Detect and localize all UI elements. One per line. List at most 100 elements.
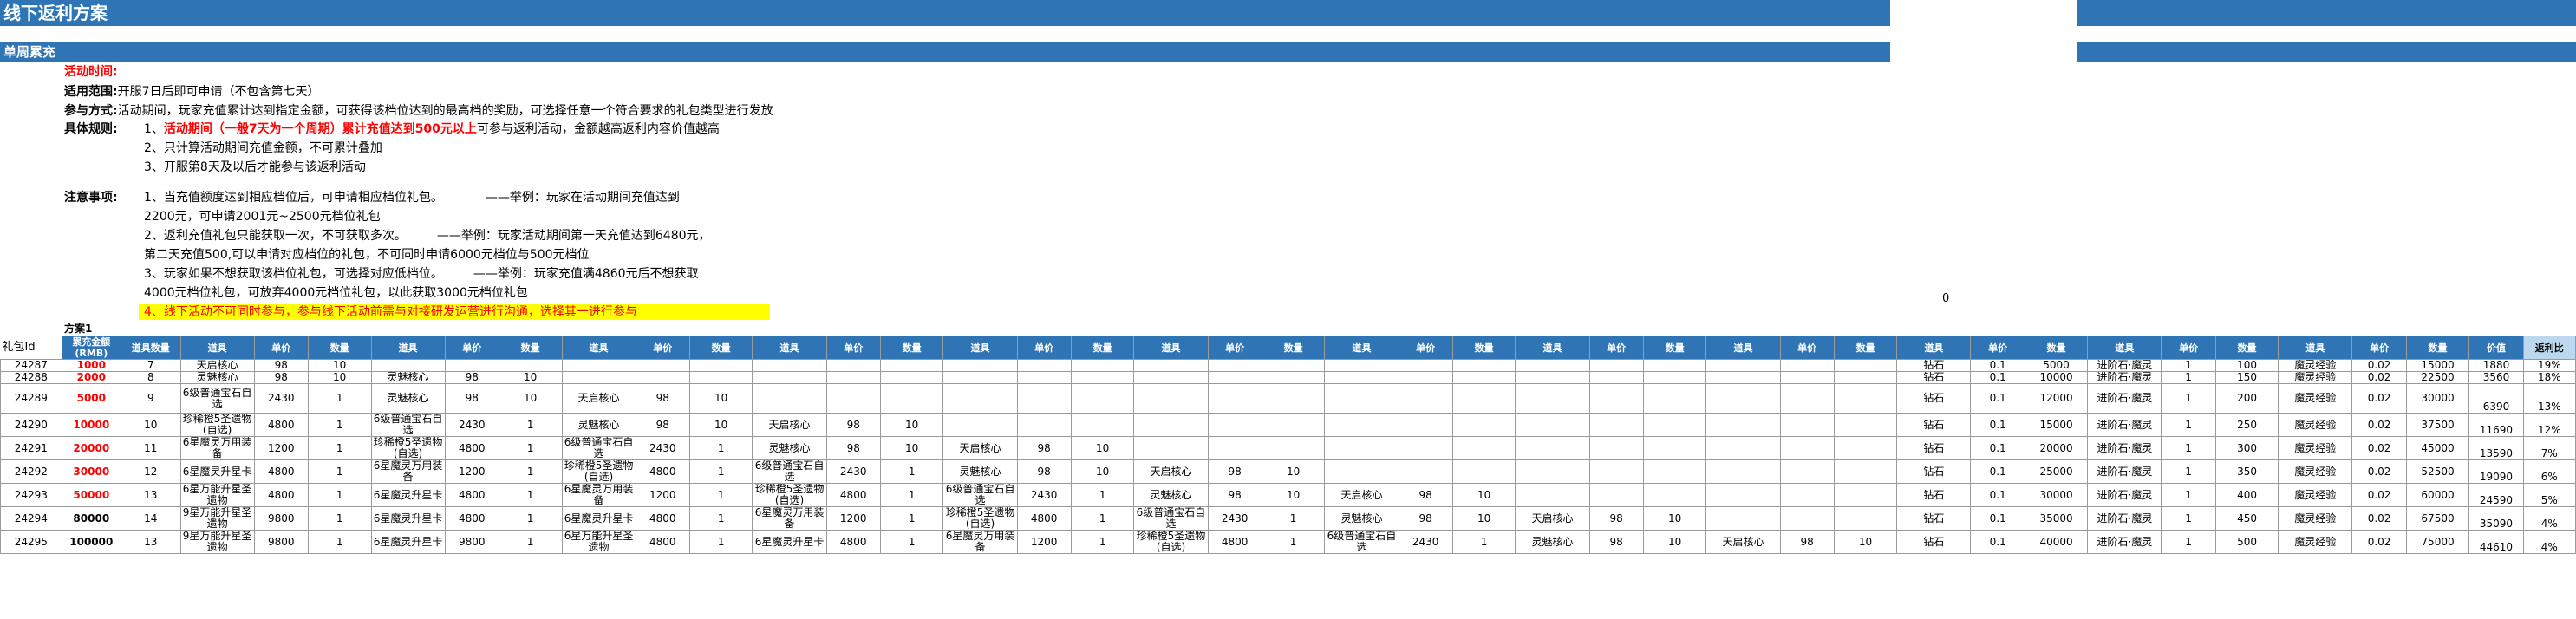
item-price-cell: 98 — [1588, 530, 1644, 554]
item-name-cell — [942, 383, 1018, 414]
item-name-cell: 进阶石·魔灵 — [2087, 359, 2162, 372]
item-qty-cell: 30000 — [2024, 483, 2089, 507]
item-price-cell — [1207, 436, 1262, 460]
header-item: 道具 — [2278, 336, 2353, 360]
item-qty-cell: 10 — [688, 383, 753, 414]
rule-2: 2、只计算活动期间充值金额，不可累计叠加 — [144, 141, 382, 155]
item-qty-cell — [1070, 359, 1135, 372]
item-price-cell: 9800 — [253, 530, 309, 554]
item-name-cell: 6星魔灵升星卡 — [370, 530, 446, 554]
item-price-cell: 0.1 — [1970, 459, 2025, 484]
item-name-cell: 6级普通宝石自选 — [179, 383, 255, 414]
header-qty: 数量 — [498, 336, 563, 360]
header-qty: 数量 — [2214, 336, 2279, 360]
item-name-cell: 钻石 — [1896, 413, 1972, 437]
table-row: 24292 30000 12 6星魔灵升星卡 4800 1 6星魔灵万用装备 1200 1 珍稀橙… — [0, 459, 2576, 484]
package-id-cell: 24294 — [0, 506, 62, 531]
item-price-cell: 2430 — [1016, 483, 1072, 507]
item-name-cell: 灵魅核心 — [370, 371, 446, 384]
item-price-cell: 0.02 — [2351, 371, 2407, 384]
item-qty-cell: 10 — [1642, 506, 1707, 531]
item-name-cell — [1515, 371, 1590, 384]
item-name-cell — [1324, 459, 1399, 484]
item-name-cell: 魔灵经验 — [2278, 371, 2353, 384]
item-name-cell: 6级普通宝石自选 — [370, 413, 446, 437]
item-count-cell: 14 — [121, 506, 181, 531]
item-price-cell: 1200 — [444, 459, 499, 484]
item-price-cell: 0.1 — [1970, 530, 2025, 554]
item-price-cell: 2430 — [1207, 506, 1262, 531]
item-price-cell: 0.02 — [2351, 530, 2407, 554]
item-name-cell: 珍稀橙5圣遗物(自选) — [179, 413, 255, 437]
item-qty-cell: 60000 — [2405, 483, 2470, 507]
attention-1a: 1、当充值额度达到相应档位后，可申请相应档位礼包。 ——举例：玩家在活动期间充值… — [144, 191, 680, 205]
item-qty-cell: 1 — [1451, 530, 1516, 554]
item-name-cell: 6级普通宝石自选 — [1324, 530, 1399, 554]
item-name-cell — [1324, 371, 1399, 384]
header-item: 道具 — [1896, 336, 1972, 360]
item-qty-cell: 1 — [688, 483, 753, 507]
item-qty-cell: 25000 — [2024, 459, 2089, 484]
item-name-cell: 魔灵经验 — [2278, 383, 2353, 414]
header-item: 道具 — [2087, 336, 2162, 360]
item-count-cell: 13 — [121, 530, 181, 554]
item-qty-cell — [1642, 413, 1707, 437]
item-name-cell: 6星魔灵升星卡 — [752, 530, 827, 554]
item-name-cell — [561, 371, 636, 384]
item-name-cell: 进阶石·魔灵 — [2087, 530, 2162, 554]
item-qty-cell — [1833, 413, 1898, 437]
item-price-cell: 4800 — [825, 483, 881, 507]
item-name-cell: 灵魅核心 — [370, 383, 446, 414]
item-price-cell — [825, 371, 881, 384]
item-price-cell: 98 — [825, 436, 881, 460]
ratio-cell: 13% — [2522, 383, 2576, 414]
item-price-cell: 1 — [2161, 506, 2216, 531]
item-qty-cell: 1 — [688, 459, 753, 484]
item-price-cell: 4800 — [1207, 530, 1262, 554]
item-price-cell: 4800 — [253, 413, 309, 437]
header-amount: 累充金额(RMB) — [61, 336, 122, 360]
item-qty-cell: 1 — [1261, 506, 1326, 531]
item-name-cell: 进阶石·魔灵 — [2087, 383, 2162, 414]
item-name-cell: 天启核心 — [1705, 530, 1781, 554]
item-price-cell: 98 — [1398, 483, 1453, 507]
table-row: 24288 2000 8 灵魅核心 98 10 灵魅核心 98 10 钻石 0.1 10000 进阶石·… — [0, 371, 2576, 384]
item-price-cell: 2430 — [1398, 530, 1453, 554]
item-name-cell — [1515, 436, 1590, 460]
table-row: 24289 5000 9 6级普通宝石自选 2430 1 灵魅核心 98 10 天启核心 98 10 钻… — [0, 383, 2576, 414]
attention-1b: 2200元，可申请2001元~2500元档位礼包 — [144, 210, 381, 224]
item-name-cell: 魔灵经验 — [2278, 530, 2353, 554]
package-id-cell: 24287 — [0, 359, 62, 372]
item-name-cell: 进阶石·魔灵 — [2087, 436, 2162, 460]
item-qty-cell: 1 — [498, 436, 563, 460]
item-name-cell: 天启核心 — [1133, 459, 1209, 484]
item-qty-cell — [1642, 383, 1707, 414]
item-price-cell: 4800 — [253, 459, 309, 484]
header-id: 礼包Id — [0, 336, 62, 360]
item-price-cell — [1779, 436, 1835, 460]
item-price-cell — [1207, 413, 1262, 437]
item-price-cell — [1398, 413, 1453, 437]
header-ratio: 返利比 — [2522, 336, 2576, 360]
amount-cell: 10000 — [61, 413, 122, 437]
header-item: 道具 — [561, 336, 636, 360]
item-price-cell: 9800 — [444, 530, 499, 554]
item-name-cell: 6星魔灵升星卡 — [370, 483, 446, 507]
item-price-cell — [1779, 483, 1835, 507]
item-price-cell: 0.02 — [2351, 506, 2407, 531]
table-row: 24287 1000 7 天启核心 98 10 钻石 0.1 5000 进阶石·魔灵 1 100 魔灵经… — [0, 359, 2576, 372]
item-qty-cell: 200 — [2214, 383, 2279, 414]
item-price-cell — [1398, 383, 1453, 414]
item-qty-cell: 40000 — [2024, 530, 2089, 554]
item-name-cell: 钻石 — [1896, 359, 1972, 372]
item-qty-cell — [1261, 413, 1326, 437]
package-id-cell: 24292 — [0, 459, 62, 484]
item-price-cell — [1588, 459, 1644, 484]
item-price-cell: 1 — [2161, 436, 2216, 460]
item-qty-cell — [1261, 371, 1326, 384]
value-cell: 6390 — [2468, 383, 2524, 414]
amount-cell: 2000 — [61, 371, 122, 384]
amount-cell: 30000 — [61, 459, 122, 484]
ratio-cell: 6% — [2522, 459, 2576, 484]
header-item: 道具 — [1515, 336, 1590, 360]
